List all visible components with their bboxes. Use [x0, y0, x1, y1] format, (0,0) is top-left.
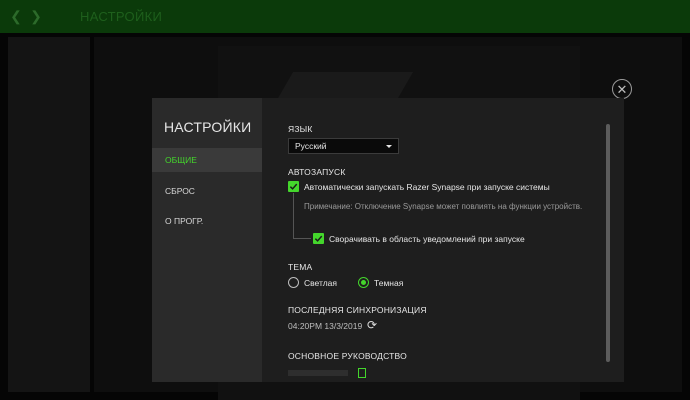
page-title: НАСТРОЙКИ: [80, 9, 163, 24]
guide-link-cutoff: [288, 370, 348, 376]
scrollbar[interactable]: [606, 124, 610, 362]
tree-connector: [293, 193, 311, 239]
autostart-note: Примечание: Отключение Synapse может пов…: [304, 202, 583, 211]
autostart-label: АВТОЗАПУСК: [288, 167, 346, 177]
autostart-checkbox-label: Автоматически запускать Razer Synapse пр…: [304, 182, 550, 192]
theme-dark-label: Темная: [374, 278, 404, 288]
background-device-image: [276, 72, 414, 100]
autostart-checkbox[interactable]: [288, 181, 299, 192]
language-label: ЯЗЫК: [288, 124, 313, 134]
forward-arrow-icon[interactable]: ❯: [28, 0, 44, 33]
settings-sidebar: НАСТРОЙКИ ОБЩИЕ СБРОС О ПРОГР.: [152, 98, 262, 382]
refresh-icon[interactable]: ⟳: [367, 318, 381, 332]
guide-label: ОСНОВНОЕ РУКОВОДСТВО: [288, 351, 407, 361]
checkmark-icon: [289, 183, 298, 190]
sidebar-item-about[interactable]: О ПРОГР.: [152, 209, 262, 233]
theme-light-label: Светлая: [304, 278, 337, 288]
settings-content: ЯЗЫК Русский АВТОЗАПУСК Автоматически за…: [262, 98, 624, 382]
document-icon[interactable]: [358, 368, 366, 378]
dialog-title: НАСТРОЙКИ: [164, 119, 252, 135]
minimize-checkbox-label: Сворачивать в область уведомлений при за…: [329, 234, 525, 244]
language-select[interactable]: Русский: [288, 138, 399, 154]
theme-dark-radio[interactable]: [358, 277, 369, 288]
settings-dialog: НАСТРОЙКИ ОБЩИЕ СБРОС О ПРОГР. ЯЗЫК Русс…: [152, 98, 624, 382]
theme-light-radio[interactable]: [288, 277, 299, 288]
sidebar-item-general[interactable]: ОБЩИЕ: [152, 148, 262, 172]
sync-label: ПОСЛЕДНЯЯ СИНХРОНИЗАЦИЯ: [288, 305, 427, 315]
minimize-checkbox[interactable]: [313, 233, 324, 244]
language-value: Русский: [295, 141, 327, 151]
sync-time: 04:20PM 13/3/2019: [288, 321, 363, 331]
title-bar: ❮ ❯ НАСТРОЙКИ: [0, 0, 690, 33]
chevron-down-icon: [386, 144, 392, 148]
checkmark-icon: [314, 235, 323, 242]
close-icon[interactable]: ✕: [612, 79, 632, 99]
sidebar-item-reset[interactable]: СБРОС: [152, 179, 262, 203]
background-sidebar: [8, 37, 90, 392]
back-arrow-icon[interactable]: ❮: [8, 0, 24, 33]
theme-label: ТЕМА: [288, 262, 313, 272]
